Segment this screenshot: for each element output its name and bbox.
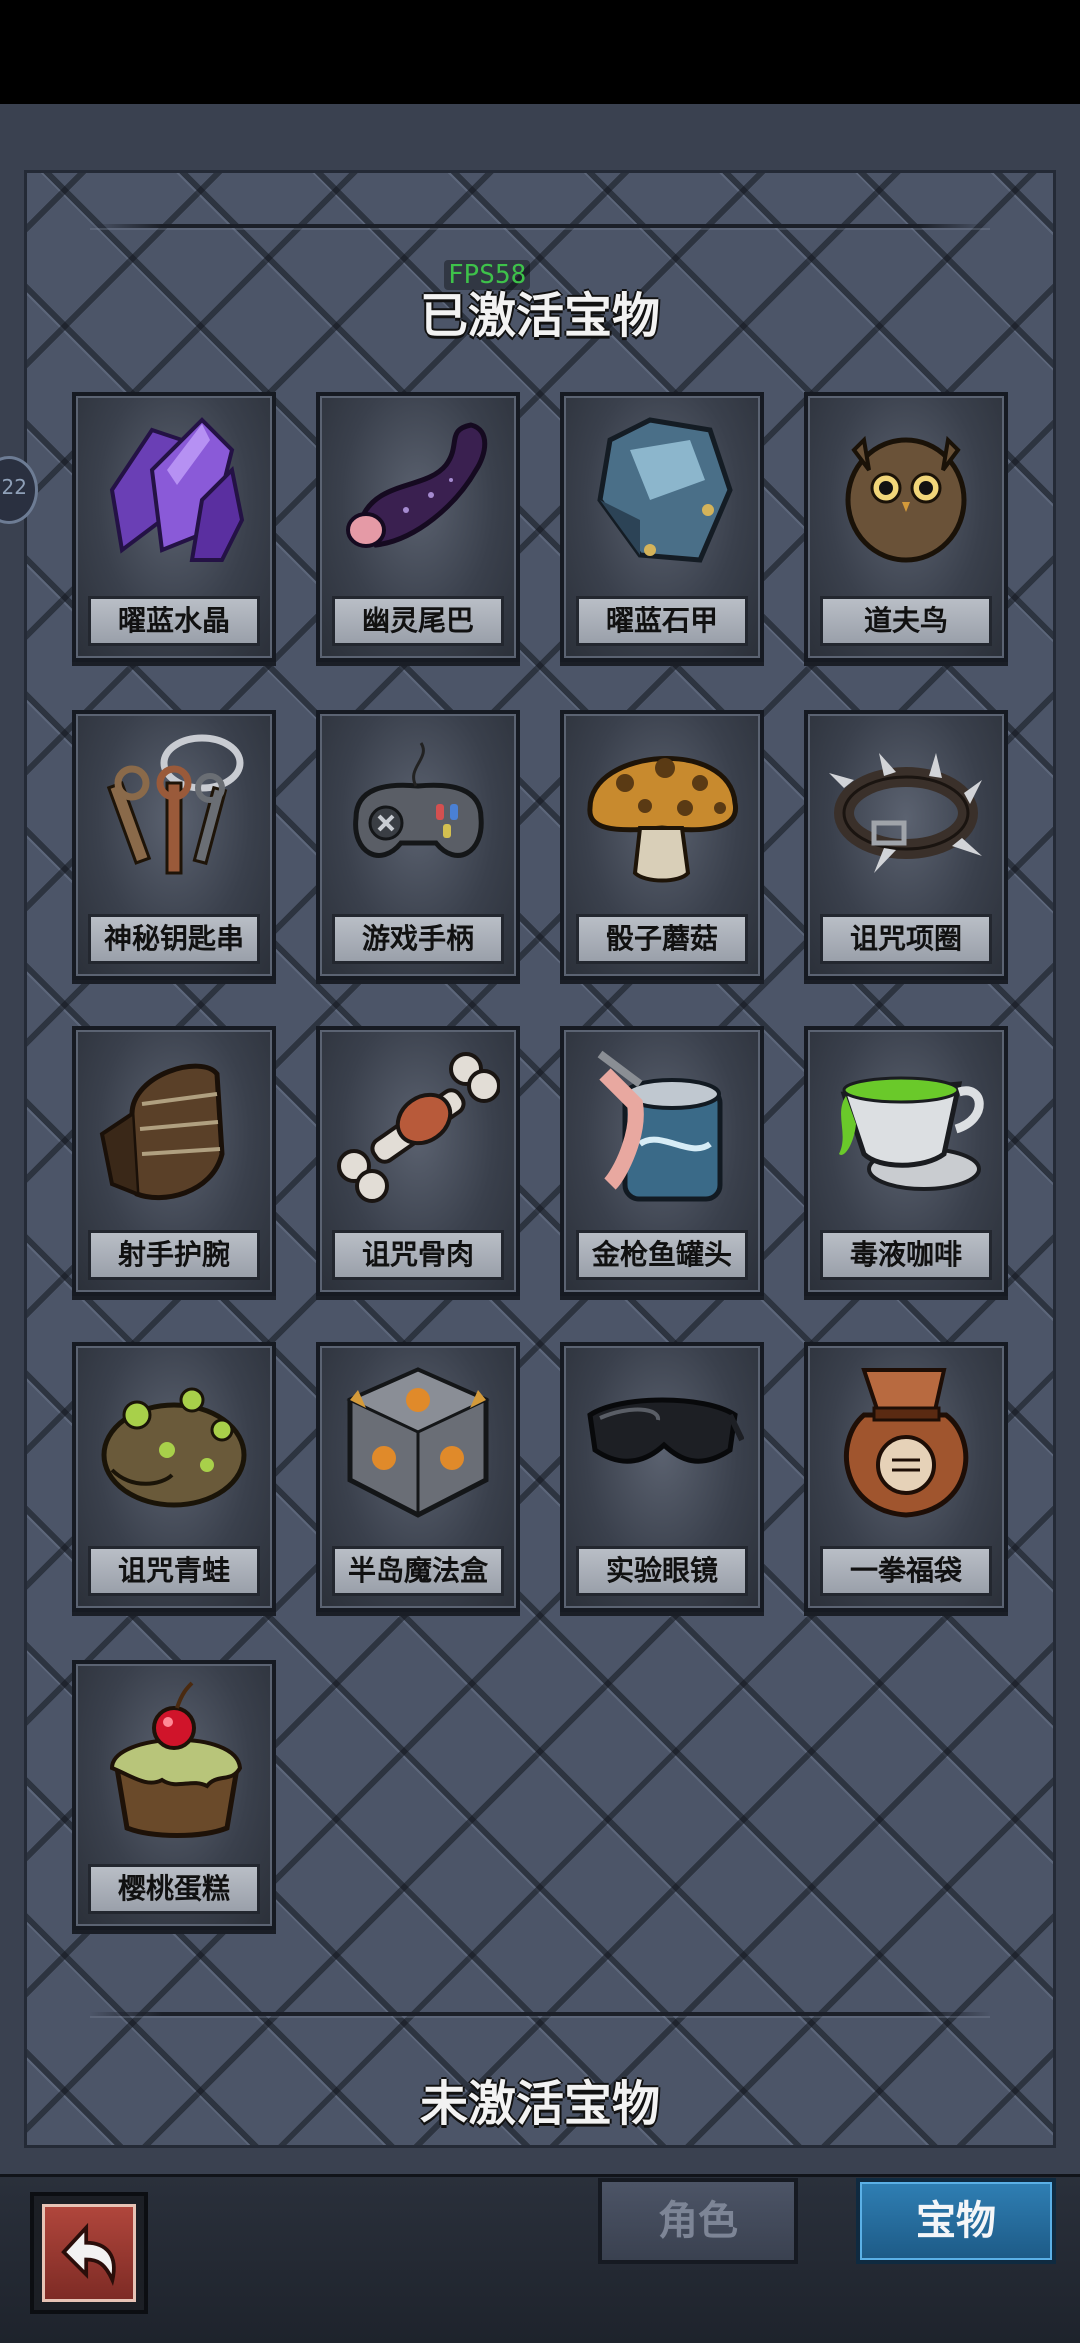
magic-cube-icon — [346, 1367, 490, 1518]
treasure-name: 毒液咖啡 — [820, 1230, 992, 1280]
treasure-name: 半岛魔法盒 — [332, 1546, 504, 1596]
treasure-card[interactable]: 樱桃蛋糕 — [72, 1660, 276, 1930]
treasure-card[interactable]: 道夫鸟 — [804, 392, 1008, 662]
top-divider — [90, 224, 990, 228]
treasure-name: 诅咒骨肉 — [332, 1230, 504, 1280]
tab-role[interactable]: 角色 — [598, 2178, 798, 2264]
bracer-icon — [99, 1063, 225, 1201]
tab-treasure[interactable]: 宝物 — [856, 2178, 1056, 2264]
tail-icon — [346, 422, 488, 548]
side-badge: 22 — [1, 475, 27, 499]
treasure-card[interactable]: 神秘钥匙串 — [72, 710, 276, 980]
bone-meat-icon — [337, 1052, 500, 1203]
treasure-name: 幽灵尾巴 — [332, 596, 504, 646]
mushroom-icon — [587, 755, 739, 883]
treasure-card[interactable]: 曜蓝水晶 — [72, 392, 276, 662]
crystal-icon — [109, 417, 245, 562]
armor-icon — [597, 417, 733, 563]
back-button-face — [42, 2204, 136, 2302]
active-section-title: 已激活宝物 — [419, 288, 660, 344]
spiked-collar-icon — [829, 753, 982, 873]
treasure-name: 射手护腕 — [88, 1230, 260, 1280]
treasure-card[interactable]: 一拳福袋 — [804, 1342, 1008, 1612]
gamepad-icon — [353, 742, 484, 858]
treasure-card[interactable]: 毒液咖啡 — [804, 1026, 1008, 1296]
treasure-card[interactable]: 曜蓝石甲 — [560, 392, 764, 662]
status-bar — [0, 0, 1080, 104]
bottom-divider — [90, 2012, 990, 2016]
treasure-card[interactable]: 幽灵尾巴 — [316, 392, 520, 662]
treasure-name: 实验眼镜 — [576, 1546, 748, 1596]
cherry-cake-icon — [109, 1681, 243, 1838]
treasure-name: 金枪鱼罐头 — [576, 1230, 748, 1280]
treasure-card[interactable]: 金枪鱼罐头 — [560, 1026, 764, 1296]
treasure-card[interactable]: 射手护腕 — [72, 1026, 276, 1296]
treasure-card[interactable]: 诅咒项圈 — [804, 710, 1008, 980]
treasure-card[interactable]: 实验眼镜 — [560, 1342, 764, 1612]
treasure-name: 诅咒项圈 — [820, 914, 992, 964]
goggles-icon — [587, 1397, 744, 1464]
poison-coffee-icon — [839, 1076, 984, 1191]
treasure-name: 诅咒青蛙 — [88, 1546, 260, 1596]
treasure-name: 神秘钥匙串 — [88, 914, 260, 964]
treasure-card[interactable]: 诅咒骨肉 — [316, 1026, 520, 1296]
keychain-icon — [106, 734, 244, 875]
treasure-name: 游戏手柄 — [332, 914, 504, 964]
treasure-name: 道夫鸟 — [820, 596, 992, 646]
treasure-card[interactable]: 骰子蘑菇 — [560, 710, 764, 980]
frog-icon — [101, 1387, 247, 1508]
treasure-name: 樱桃蛋糕 — [88, 1864, 260, 1914]
fist-bag-icon — [843, 1368, 969, 1518]
treasure-card[interactable]: 诅咒青蛙 — [72, 1342, 276, 1612]
treasure-name: 一拳福袋 — [820, 1546, 992, 1596]
treasure-card[interactable]: 游戏手柄 — [316, 710, 520, 980]
inactive-section-title: 未激活宝物 — [419, 2076, 660, 2132]
back-button[interactable] — [30, 2192, 148, 2314]
treasure-card[interactable]: 半岛魔法盒 — [316, 1342, 520, 1612]
back-arrow-icon — [61, 2222, 116, 2287]
treasure-name: 曜蓝石甲 — [576, 596, 748, 646]
treasure-name: 曜蓝水晶 — [88, 596, 260, 646]
owl-icon — [845, 435, 967, 563]
tuna-can-icon — [597, 1050, 723, 1202]
treasure-name: 骰子蘑菇 — [576, 914, 748, 964]
